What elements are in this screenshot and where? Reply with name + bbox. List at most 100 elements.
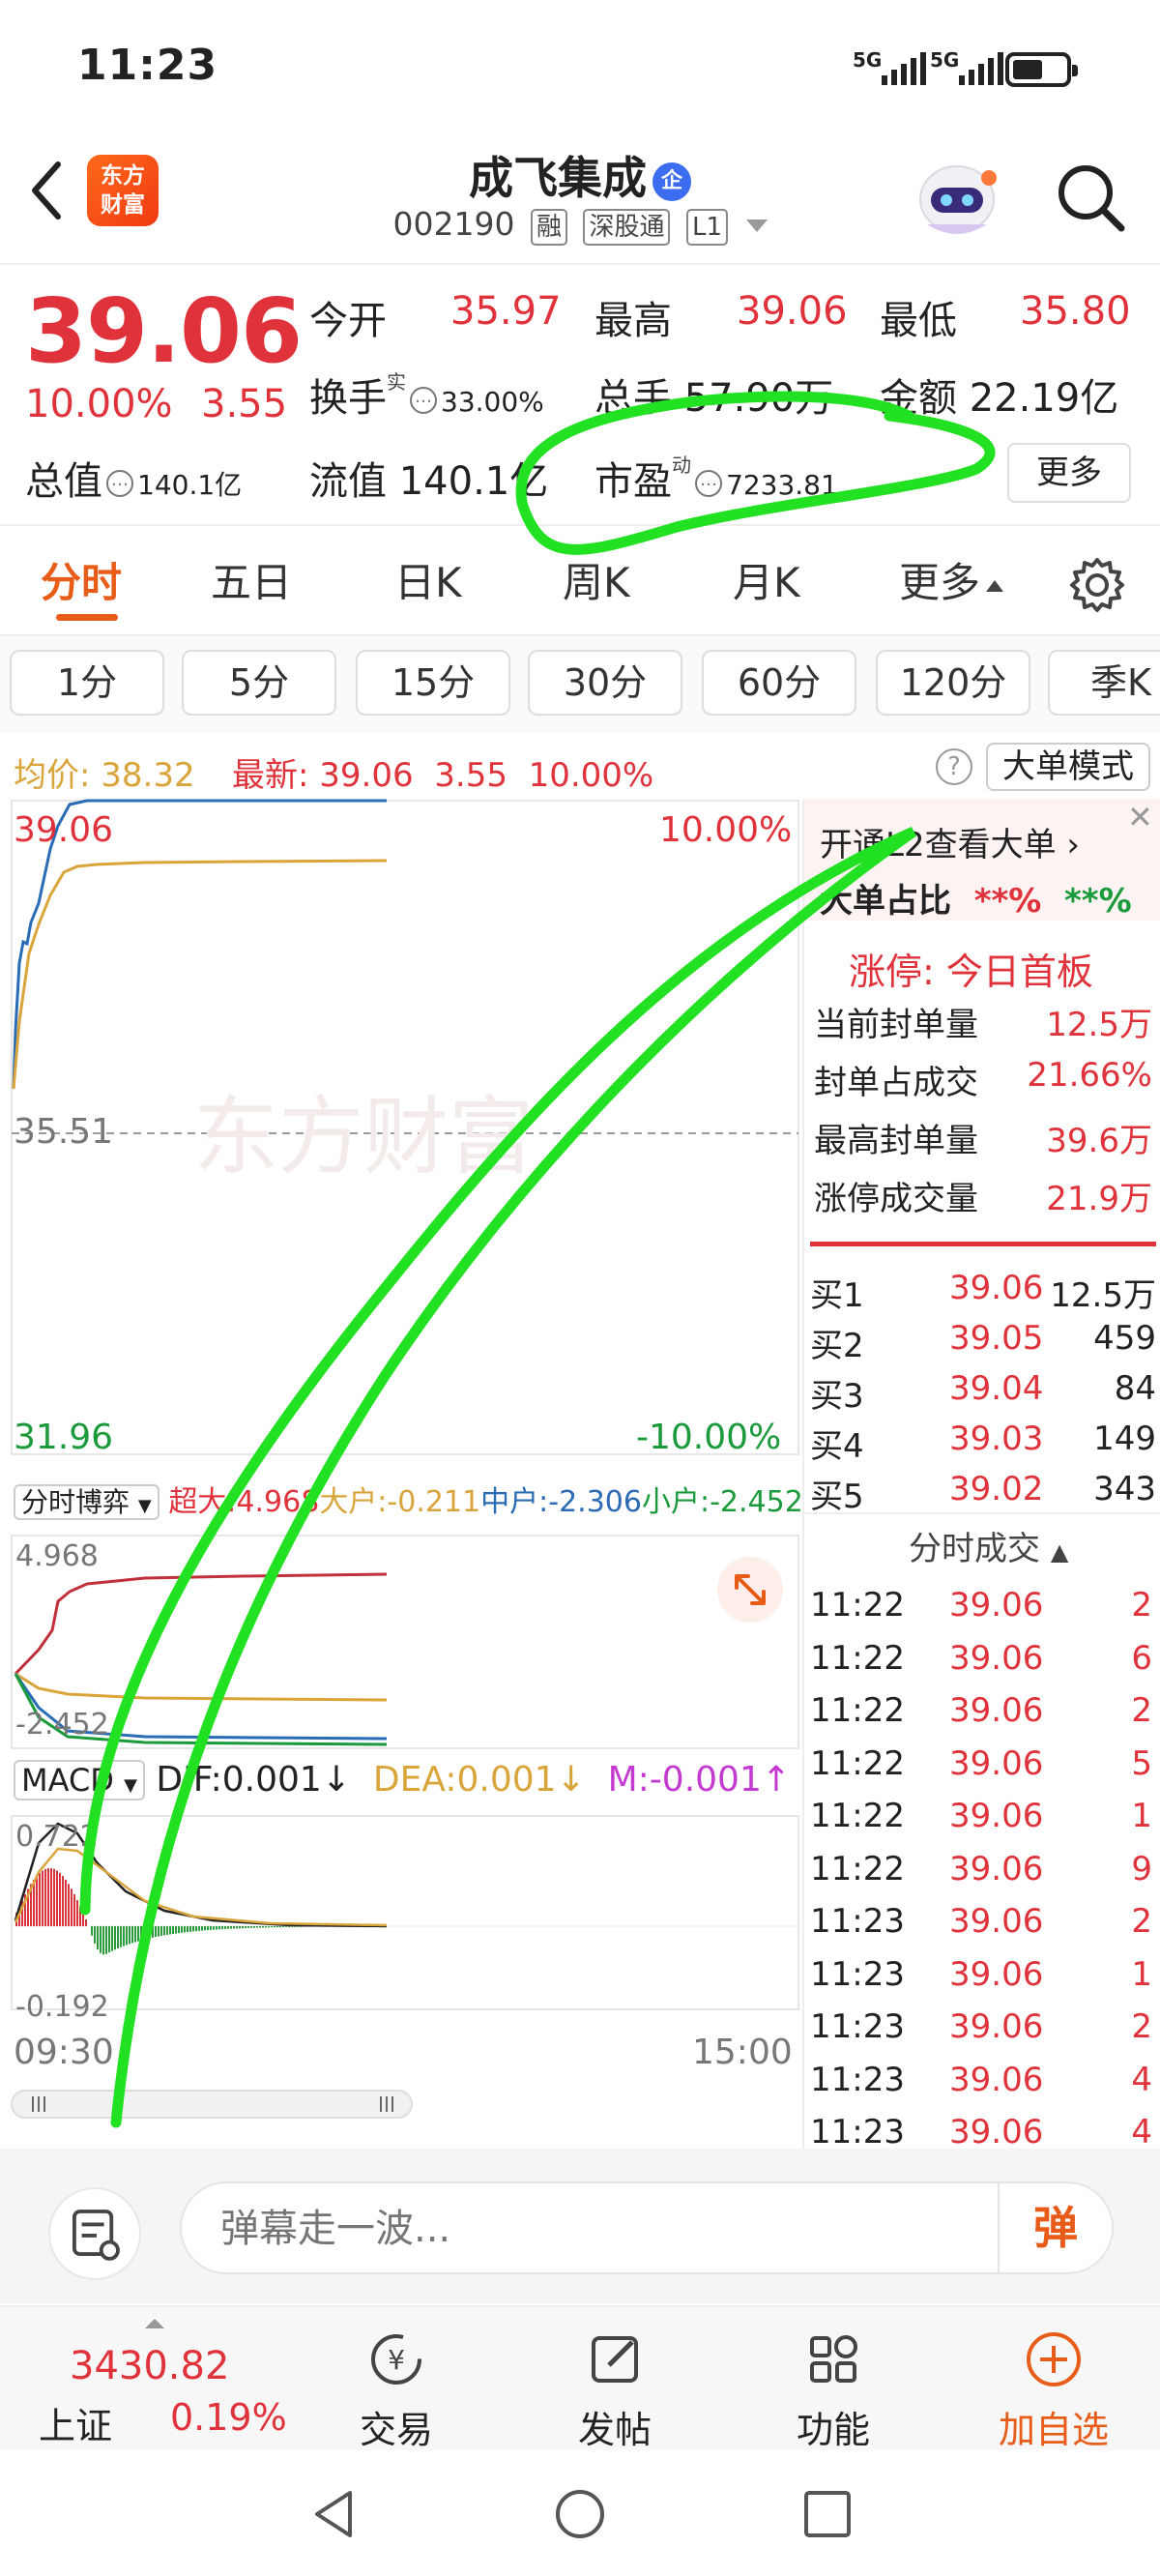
signal-bars-2-icon [959,50,1003,85]
svg-text:¥: ¥ [388,2344,405,2376]
flow-indicator-dropdown[interactable]: 分时博弈 ▼ [14,1484,160,1520]
intraday-chart[interactable]: 东方财富 39.06 35.51 31.96 10.00% -10.00% 分时… [0,799,803,2152]
macd-bar [285,1926,287,1927]
dropdown-arrow-icon[interactable] [745,220,768,232]
tab-monthly-k[interactable]: 月K [733,550,800,609]
gear-icon[interactable] [1068,556,1126,614]
macd-bar [169,1926,171,1935]
macd-bar [268,1926,270,1928]
period-15min[interactable]: 15分 [356,650,510,716]
barrage-toggle-button[interactable]: 弹 [998,2183,1112,2272]
bid-volume: 149 [1093,1420,1156,1458]
enterprise-badge-icon: 企 [652,161,691,201]
open-label: 今开 [309,299,387,343]
stock-header: 东方 财富 成飞集成企 002190 融 深股通 L1 [0,135,1160,261]
tick-row: 11:22 39.06 2 [804,1685,1160,1736]
low-value: 35.80 [1020,289,1131,334]
comment-bar: 弹 [0,2149,1160,2303]
tick-row: 11:22 39.06 1 [804,1791,1160,1841]
tab-daily-k[interactable]: 日K [394,550,462,609]
macd-indicator-dropdown[interactable]: MACD ▼ [14,1760,145,1800]
system-recents-icon[interactable] [800,2487,855,2541]
tick-price: 39.06 [949,1954,1044,1994]
macd-bar [65,1879,67,1926]
bid-row[interactable]: 买5 39.02 343 [804,1464,1160,1516]
nav-post[interactable]: 发帖 [557,2307,673,2452]
bid-row[interactable]: 买3 39.04 84 [804,1363,1160,1416]
macd-bar [100,1926,102,1953]
latest-price: 最新: 39.06 3.55 10.00% [232,756,654,795]
l2-promo[interactable]: 开通L2查看大单 › 大单占比 **% **% ✕ [804,799,1160,921]
macd-bar [85,1919,87,1926]
period-120min[interactable]: 120分 [876,650,1030,716]
index-value: 3430.82 [70,2344,230,2388]
tick-time: 11:22 [810,1849,905,1888]
macd-bar [82,1913,84,1926]
period-quarter-k[interactable]: 季K [1048,650,1160,716]
bid-row[interactable]: 买4 39.03 149 [804,1414,1160,1466]
help-icon[interactable]: ? [936,748,972,785]
nav-functions[interactable]: 功能 [775,2307,891,2452]
macd-bar [68,1884,70,1926]
macd-bar [160,1926,162,1936]
big-order-mode-button[interactable]: 大单模式 [986,743,1150,791]
tick-price: 39.06 [949,2007,1044,2046]
tick-price: 39.06 [949,1902,1044,1941]
seal-stat-value: 21.9万 [1046,1180,1152,1218]
more-quote-button[interactable]: 更多 [1007,443,1131,503]
macd-bar [282,1926,284,1927]
barrage-input-box[interactable]: 弹 [180,2181,1114,2274]
macd-bar [247,1926,249,1928]
system-back-icon[interactable] [307,2487,362,2541]
tab-intraday[interactable]: 分时 [41,550,122,609]
nav-add-watchlist[interactable]: 加自选 [986,2307,1121,2452]
robot-assistant-icon[interactable] [914,155,1000,240]
low-label: 最低 [880,299,957,343]
ticks-title[interactable]: 分时成交 ▲ [909,1522,1068,1569]
macd-bar [158,1926,160,1937]
index-ticker[interactable]: 3430.82 上证 0.19% [19,2307,287,2452]
macd-bar [97,1926,99,1949]
macd-bar [262,1926,264,1928]
tick-time: 11:22 [810,1797,905,1835]
bid-row[interactable]: 买2 39.05 459 [804,1313,1160,1365]
period-30min[interactable]: 30分 [528,650,682,716]
macd-bar [216,1926,218,1930]
tab-five-day[interactable]: 五日 [211,550,292,609]
tab-more[interactable]: 更多 [899,550,1004,609]
l2-prompt[interactable]: 开通L2查看大单 › [820,818,1080,865]
macd-bar [79,1906,81,1926]
period-60min[interactable]: 60分 [702,650,856,716]
barrage-settings-icon[interactable] [48,2187,141,2280]
system-home-icon[interactable] [553,2487,607,2541]
price-bottom-label: 31.96 [14,1418,114,1457]
macd-bar [276,1926,278,1928]
period-1min[interactable]: 1分 [10,650,164,716]
tick-price: 39.06 [949,2060,1044,2099]
tab-weekly-k[interactable]: 周K [563,550,630,609]
tick-row: 11:22 39.06 6 [804,1633,1160,1683]
period-5min[interactable]: 5分 [182,650,336,716]
macd-bar [47,1868,49,1926]
header-divider [0,263,1160,265]
chart-watermark: 东方财富 [193,1089,534,1185]
close-icon[interactable]: ✕ [1127,799,1153,835]
tick-row: 11:23 39.06 2 [804,2002,1160,2052]
tick-volume: 1 [1131,1797,1152,1835]
macd-bar [71,1888,72,1926]
bid-volume: 84 [1114,1369,1156,1408]
seal-stat-value: 21.66% [1027,1056,1152,1095]
seal-stat-row: 当前封单量 12.5万 [804,992,1160,1044]
tick-row: 11:22 39.06 5 [804,1739,1160,1789]
tick-volume: 2 [1131,1586,1152,1625]
bid-label: 买4 [810,1427,864,1466]
macd-bar [187,1926,188,1933]
nav-trade[interactable]: ¥ 交易 [338,2307,454,2452]
pe-ratio: 市盈动… 7233.81 [594,454,838,504]
barrage-input[interactable] [220,2201,974,2257]
bid-row[interactable]: 买1 39.06 12.5万 [804,1263,1160,1315]
search-icon[interactable] [1054,161,1127,234]
quote-divider [0,524,1160,526]
macd-bar [137,1926,139,1942]
macd-bar [114,1926,116,1950]
